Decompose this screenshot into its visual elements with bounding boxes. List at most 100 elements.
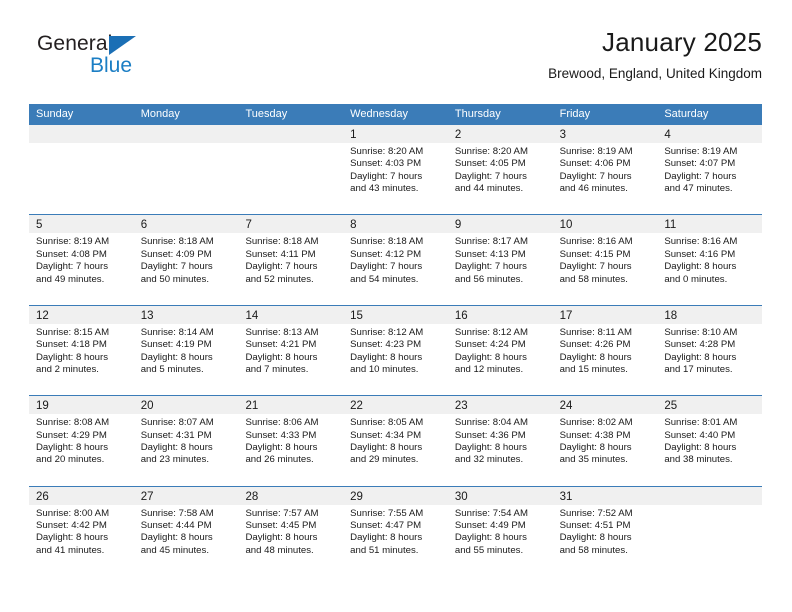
day-sun-info: Sunrise: 8:07 AM Sunset: 4:31 PM Daylight:… (134, 414, 239, 467)
logo-text-general: General (37, 32, 113, 55)
day-cell[interactable]: 22 Sunrise: 8:05 AM Sunset: 4:34 PM Dayligh… (343, 396, 448, 485)
day-sun-info: Sunrise: 8:08 AM Sunset: 4:29 PM Daylight:… (29, 414, 134, 467)
sunrise-text: Sunrise: 7:54 AM (454, 507, 528, 519)
day-sun-info: Sunrise: 8:19 AM Sunset: 4:07 PM Daylight:… (657, 143, 762, 196)
sunrise-text: Sunrise: 8:08 AM (36, 417, 110, 429)
day-number-band: 13 (133, 305, 239, 324)
day-cell[interactable]: 3 Sunrise: 8:19 AM Sunset: 4:06 PM Daylight… (552, 125, 658, 214)
sunrise-text: Sunrise: 8:00 AM (36, 507, 110, 519)
calendar-week-row: 19 Sunrise: 8:08 AM Sunset: 4:29 PM Dayligh… (29, 395, 763, 485)
day-cell[interactable]: 27 Sunrise: 7:58 AM Sunset: 4:44 PM Dayligh… (133, 486, 239, 576)
sunrise-text: Sunrise: 8:05 AM (350, 417, 424, 429)
day-cell[interactable]: 5 Sunrise: 8:19 AM Sunset: 4:08 PM Daylight… (29, 215, 134, 304)
day-sun-info: Sunrise: 7:58 AM Sunset: 4:44 PM Daylight:… (134, 505, 239, 558)
day-number-band: 24 (552, 396, 658, 415)
day-number: 4 (664, 129, 671, 141)
day-cell[interactable]: 25 Sunrise: 8:01 AM Sunset: 4:40 PM Dayligh… (657, 396, 763, 485)
day-number-band: 18 (657, 305, 763, 324)
day-number: 14 (245, 309, 259, 322)
daylight-text-line1: Daylight: 8 hours (559, 532, 632, 544)
daylight-text-line1: Daylight: 8 hours (140, 532, 213, 544)
day-cell[interactable]: 14 Sunrise: 8:13 AM Sunset: 4:21 PM Dayligh… (238, 305, 344, 395)
daylight-text-line2: and 26 minutes. (245, 454, 314, 466)
sunset-text: Sunset: 4:24 PM (454, 339, 526, 351)
day-cell[interactable]: 1 Sunrise: 8:20 AM Sunset: 4:03 PM Daylight… (343, 125, 448, 214)
sunset-text: Sunset: 4:31 PM (140, 429, 212, 441)
day-cell[interactable]: 18 Sunrise: 8:10 AM Sunset: 4:28 PM Dayligh… (657, 305, 763, 395)
day-number: 16 (454, 309, 468, 322)
day-cell[interactable]: 9 Sunrise: 8:17 AM Sunset: 4:13 PM Daylight… (447, 215, 553, 304)
day-sun-info: Sunrise: 7:57 AM Sunset: 4:45 PM Daylight:… (238, 505, 343, 558)
daylight-text-line1: Daylight: 8 hours (664, 261, 737, 273)
day-cell[interactable]: 20 Sunrise: 8:07 AM Sunset: 4:31 PM Dayligh… (133, 396, 239, 485)
day-cell[interactable]: 10 Sunrise: 8:16 AM Sunset: 4:15 PM Dayligh… (552, 215, 658, 304)
day-number-band: 30 (447, 486, 553, 505)
day-number: 28 (245, 490, 259, 503)
logo-text-blue: Blue (90, 54, 133, 77)
day-cell[interactable]: 6 Sunrise: 8:18 AM Sunset: 4:09 PM Daylight… (133, 215, 239, 304)
day-cell[interactable]: 23 Sunrise: 8:04 AM Sunset: 4:36 PM Dayligh… (447, 396, 553, 485)
day-number-band: 10 (552, 215, 658, 234)
day-sun-info: Sunrise: 7:52 AM Sunset: 4:51 PM Daylight:… (553, 505, 658, 558)
daylight-text-line1: Daylight: 8 hours (350, 351, 423, 363)
daylight-text-line2: and 35 minutes. (559, 454, 628, 466)
day-cell[interactable]: 31 Sunrise: 7:52 AM Sunset: 4:51 PM Dayligh… (552, 486, 658, 576)
day-number: 12 (36, 309, 49, 322)
sunset-text: Sunset: 4:21 PM (245, 339, 317, 351)
day-cell[interactable]: 17 Sunrise: 8:11 AM Sunset: 4:26 PM Dayligh… (552, 305, 658, 395)
day-cell[interactable]: 19 Sunrise: 8:08 AM Sunset: 4:29 PM Dayligh… (29, 396, 134, 485)
daylight-text-line1: Daylight: 8 hours (350, 441, 423, 453)
day-cell[interactable]: 13 Sunrise: 8:14 AM Sunset: 4:19 PM Dayligh… (133, 305, 239, 395)
day-number-band (133, 125, 239, 143)
day-cell[interactable]: 12 Sunrise: 8:15 AM Sunset: 4:18 PM Dayligh… (29, 305, 134, 395)
daylight-text-line2: and 58 minutes. (559, 273, 628, 285)
day-cell[interactable]: 30 Sunrise: 7:54 AM Sunset: 4:49 PM Dayligh… (447, 486, 553, 576)
daylight-text-line1: Daylight: 8 hours (664, 441, 737, 453)
sunset-text: Sunset: 4:12 PM (350, 248, 422, 260)
page-header: General Blue January 2025 Brewood, Engla… (29, 28, 762, 96)
weekday-header-row: Sunday Monday Tuesday Wednesday Thursday Frid… (29, 104, 762, 125)
day-number-band: 29 (343, 486, 448, 505)
day-number-band: 20 (133, 396, 239, 415)
daylight-text-line2: and 50 minutes. (140, 273, 209, 285)
day-number-band: 5 (29, 215, 134, 234)
daylight-text-line1: Daylight: 7 hours (559, 261, 632, 273)
day-cell[interactable]: 29 Sunrise: 7:55 AM Sunset: 4:47 PM Dayligh… (343, 486, 448, 576)
sunset-text: Sunset: 4:23 PM (350, 339, 422, 351)
day-number: 11 (664, 219, 677, 232)
day-number: 26 (36, 490, 49, 503)
day-cell[interactable]: 7 Sunrise: 8:18 AM Sunset: 4:11 PM Daylight… (238, 215, 344, 304)
daylight-text-line2: and 56 minutes. (454, 273, 524, 285)
day-cell[interactable]: 16 Sunrise: 8:12 AM Sunset: 4:24 PM Dayligh… (447, 305, 553, 395)
day-number-band: 15 (343, 305, 448, 324)
day-cell[interactable]: 4 Sunrise: 8:19 AM Sunset: 4:07 PM Daylight… (657, 125, 763, 214)
day-number-band: 7 (238, 215, 344, 234)
sunset-text: Sunset: 4:03 PM (350, 158, 422, 170)
sunrise-text: Sunrise: 7:57 AM (245, 507, 319, 519)
daylight-text-line1: Daylight: 7 hours (140, 261, 213, 273)
day-cell[interactable]: 11 Sunrise: 8:16 AM Sunset: 4:16 PM Dayligh… (657, 215, 763, 304)
sunset-text: Sunset: 4:13 PM (454, 248, 526, 260)
day-cell[interactable]: 26 Sunrise: 8:00 AM Sunset: 4:42 PM Dayligh… (29, 486, 134, 576)
day-sun-info: Sunrise: 8:14 AM Sunset: 4:19 PM Daylight:… (134, 324, 239, 377)
day-cell[interactable]: 21 Sunrise: 8:06 AM Sunset: 4:33 PM Dayligh… (238, 396, 344, 485)
day-sun-info: Sunrise: 8:18 AM Sunset: 4:09 PM Daylight:… (134, 233, 239, 286)
day-sun-info: Sunrise: 8:02 AM Sunset: 4:38 PM Daylight:… (553, 414, 658, 467)
daylight-text-line1: Daylight: 8 hours (36, 351, 108, 363)
general-blue-logo: General Blue (29, 28, 249, 88)
day-number-band: 19 (29, 396, 134, 415)
daylight-text-line2: and 15 minutes. (559, 364, 628, 375)
day-cell[interactable]: 15 Sunrise: 8:12 AM Sunset: 4:23 PM Dayligh… (343, 305, 448, 395)
day-cell[interactable]: 28 Sunrise: 7:57 AM Sunset: 4:45 PM Dayligh… (238, 486, 344, 576)
day-number-band: 26 (29, 486, 134, 505)
day-number: 7 (245, 219, 252, 232)
daylight-text-line2: and 51 minutes. (350, 544, 419, 556)
day-cell[interactable]: 8 Sunrise: 8:18 AM Sunset: 4:12 PM Daylight… (343, 215, 448, 304)
day-cell[interactable]: 24 Sunrise: 8:02 AM Sunset: 4:38 PM Dayligh… (552, 396, 658, 485)
daylight-text-line1: Daylight: 8 hours (140, 441, 213, 453)
sunset-text: Sunset: 4:40 PM (664, 429, 736, 441)
daylight-text-line1: Daylight: 7 hours (454, 170, 527, 182)
day-cell[interactable]: 2 Sunrise: 8:20 AM Sunset: 4:05 PM Daylight… (447, 125, 553, 214)
day-sun-info: Sunrise: 8:05 AM Sunset: 4:34 PM Daylight:… (343, 414, 448, 467)
sunrise-text: Sunrise: 8:06 AM (245, 417, 319, 429)
